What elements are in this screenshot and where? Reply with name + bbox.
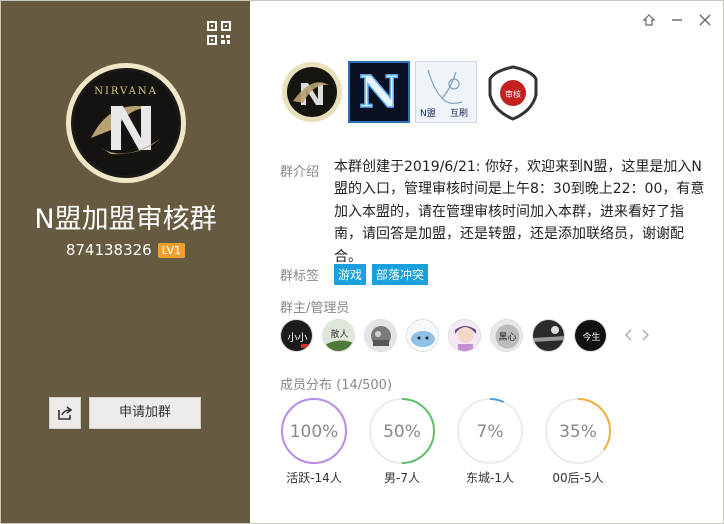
tag-clash[interactable]: 部落冲突: [372, 264, 429, 285]
group-profile-window: NIRVANA N盟加盟审核群 874138326 LV1 申请加群 N N盟 …: [0, 0, 724, 524]
chevron-right-icon[interactable]: [642, 326, 650, 345]
intro-text: 本群创建于2019/6/21: 你好，欢迎来到N盟，这里是加入N盟的入口，管理审…: [334, 159, 705, 265]
stat-ring: 100%: [281, 398, 347, 464]
stat-age[interactable]: 35% 00后-5人: [544, 397, 612, 486]
pin-icon[interactable]: [642, 11, 656, 26]
admin-list: 小小 散人 黑心 今生: [280, 319, 650, 352]
photo-3-text: N盟: [420, 108, 436, 119]
member-stats: 100% 活跃-14人 50% 男-7人 7% 东城-1人 35% 00后-5人: [280, 397, 612, 486]
group-right-panel: N N盟 互刷 审核 群介绍 本群创建于2019/6/21: 你好，欢迎来到N盟…: [250, 1, 723, 523]
intro-label: 群介绍: [280, 165, 320, 180]
stat-active-label: 活跃-14人: [286, 471, 342, 485]
photo-2-letter: N: [359, 67, 399, 118]
close-icon[interactable]: [699, 11, 711, 26]
admin-avatar[interactable]: [448, 319, 481, 352]
share-button[interactable]: [49, 397, 81, 429]
group-id-row: 874138326 LV1: [1, 241, 250, 259]
group-left-panel: NIRVANA N盟加盟审核群 874138326 LV1 申请加群: [1, 1, 250, 523]
avatar-brand-text: NIRVANA: [94, 86, 158, 97]
group-number: 874138326: [65, 241, 152, 259]
qr-code-icon[interactable]: [207, 21, 231, 45]
admin-avatar[interactable]: 黑心: [490, 319, 523, 352]
stat-male-value: 50%: [383, 422, 421, 442]
tags-label: 群标签: [280, 269, 320, 284]
admin-8-text: 今生: [582, 331, 600, 343]
stat-region-value: 7%: [477, 422, 504, 442]
group-name: N盟加盟审核群: [34, 204, 217, 235]
minimize-icon[interactable]: [671, 11, 683, 23]
group-photo-strip: N N盟 互刷 审核: [281, 61, 544, 123]
group-photo-4[interactable]: 审核: [482, 61, 544, 123]
stat-active-value: 100%: [290, 422, 339, 442]
tag-game[interactable]: 游戏: [334, 264, 367, 285]
members-label: 成员分布 (14/500): [280, 378, 393, 393]
group-photo-3[interactable]: N盟 互刷: [415, 61, 477, 123]
chevron-left-icon[interactable]: [624, 326, 632, 345]
admin-avatar[interactable]: 散人: [322, 319, 355, 352]
admins-label: 群主/管理员: [280, 301, 350, 316]
stat-male[interactable]: 50% 男-7人: [368, 397, 436, 486]
stat-ring: 35%: [545, 398, 611, 464]
admin-1-text: 小小: [288, 332, 308, 344]
admin-6-text: 黑心: [498, 332, 516, 343]
share-icon: [58, 406, 73, 420]
photo-3-text-b: 互刷: [450, 108, 468, 119]
group-photo-1[interactable]: [281, 61, 343, 123]
stat-ring: 7%: [457, 398, 523, 464]
admin-avatar[interactable]: 小小: [280, 319, 313, 352]
stat-ring: 50%: [369, 398, 435, 464]
join-group-button[interactable]: 申请加群: [89, 397, 201, 429]
window-controls: [642, 11, 711, 26]
level-badge: LV1: [157, 242, 186, 258]
stat-region[interactable]: 7% 东城-1人: [456, 397, 524, 486]
group-avatar[interactable]: NIRVANA: [66, 63, 186, 183]
admin-2-text: 散人: [330, 328, 348, 340]
admin-avatar[interactable]: 今生: [574, 319, 607, 352]
stat-male-label: 男-7人: [384, 471, 420, 485]
group-photo-2[interactable]: N: [348, 61, 410, 123]
stat-active[interactable]: 100% 活跃-14人: [280, 397, 348, 486]
admin-pager: [624, 326, 650, 345]
stat-region-label: 东城-1人: [466, 471, 514, 485]
admin-avatar[interactable]: [406, 319, 439, 352]
stat-age-value: 35%: [559, 422, 597, 442]
tag-list: 游戏 部落冲突: [334, 264, 429, 285]
stat-age-label: 00后-5人: [552, 471, 604, 485]
admin-avatar[interactable]: [364, 319, 397, 352]
photo-4-text: 审核: [505, 89, 521, 99]
admin-avatar[interactable]: [532, 319, 565, 352]
